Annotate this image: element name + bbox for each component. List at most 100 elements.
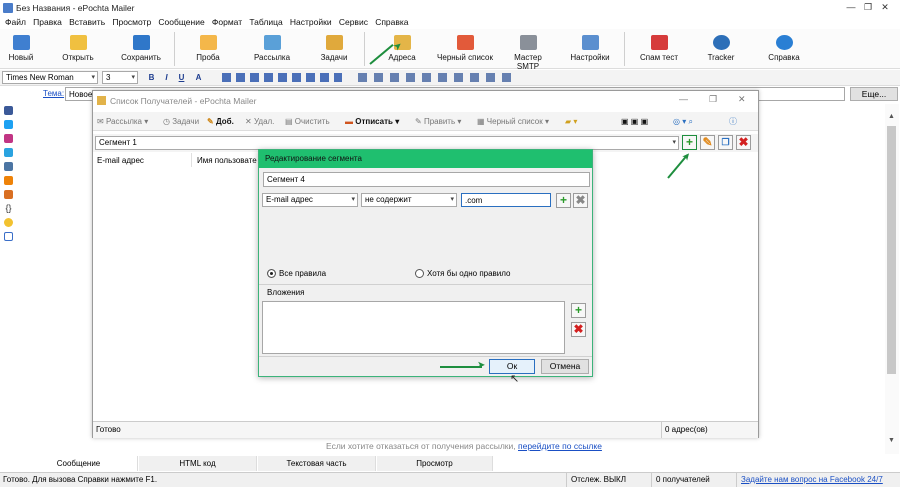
- recipients-edit-button[interactable]: ✎ Править ▾: [415, 114, 461, 129]
- tab-text-part[interactable]: Текстовая часть: [258, 456, 376, 471]
- google-icon[interactable]: [4, 232, 13, 241]
- help-button[interactable]: Справка: [764, 29, 804, 69]
- editor-scrollbar[interactable]: ▲ ▼: [885, 104, 899, 454]
- recipients-blacklist-button[interactable]: ▦ Черный список ▾: [477, 114, 549, 129]
- recipients-minimize-button[interactable]: —: [679, 94, 688, 104]
- scroll-down-icon[interactable]: ▼: [888, 437, 895, 444]
- telegram-icon[interactable]: [4, 148, 13, 157]
- spam-test-button[interactable]: Спам тест: [636, 29, 682, 69]
- envelope-icon: [263, 35, 281, 50]
- underline-button[interactable]: U: [176, 72, 187, 83]
- open-button[interactable]: Открыть: [56, 29, 100, 69]
- delete-x-icon: ✖: [738, 135, 749, 149]
- scroll-up-icon[interactable]: ▲: [888, 113, 895, 120]
- recipients-save-button[interactable]: ▣ ▣ ▣: [621, 114, 648, 129]
- menu-table[interactable]: Таблица: [249, 16, 282, 29]
- radio-all-rules[interactable]: [267, 269, 276, 278]
- recipients-tasks-button[interactable]: ◷ Задачи: [163, 114, 199, 129]
- new-button[interactable]: Новый: [4, 29, 38, 69]
- unsubscribe-link[interactable]: перейдите по ссылке: [518, 441, 602, 451]
- facebook-link[interactable]: Задайте нам вопрос на Facebook 24/7: [736, 473, 883, 487]
- smtp-wizard-button[interactable]: Мастер SMTP: [502, 29, 554, 71]
- font-family-select[interactable]: Times New Roman: [2, 71, 98, 84]
- remove-attachment-button[interactable]: ✖: [571, 322, 586, 337]
- segment-select[interactable]: Сегмент 1: [95, 136, 679, 150]
- attachments-list[interactable]: [262, 301, 565, 354]
- spam-test-icon: [650, 35, 668, 50]
- blacklist-button[interactable]: Черный список: [434, 29, 496, 69]
- subject-label[interactable]: Тема:: [43, 89, 64, 98]
- subject-more-button[interactable]: Еще...: [850, 87, 898, 101]
- recipients-search-button[interactable]: ◎ ▾ ⌕: [673, 114, 693, 129]
- recipients-send-button[interactable]: ✉ Рассылка ▾: [97, 114, 148, 129]
- column-username[interactable]: Имя пользовате: [197, 156, 257, 165]
- menu-view[interactable]: Просмотр: [112, 16, 151, 29]
- add-segment-button[interactable]: +: [682, 135, 697, 150]
- menu-insert[interactable]: Вставить: [69, 16, 105, 29]
- cancel-button[interactable]: Отмена: [541, 359, 589, 374]
- rule-condition-select[interactable]: не содержит: [361, 193, 457, 207]
- recipients-folder-button[interactable]: ▰ ▾: [565, 114, 577, 129]
- copy-segment-button[interactable]: ❐: [718, 135, 733, 150]
- radio-any-rule[interactable]: [415, 269, 424, 278]
- annotation-arrow-ok: [440, 366, 482, 368]
- add-attachment-button[interactable]: +: [571, 303, 586, 318]
- send-button[interactable]: Рассылка: [248, 29, 296, 69]
- menu-message[interactable]: Сообщение: [158, 16, 204, 29]
- dialog-divider: [259, 284, 592, 285]
- recipients-close-button[interactable]: ✕: [738, 94, 746, 105]
- recipients-unsubscribe-button[interactable]: ▬ Отписать ▾: [345, 114, 399, 129]
- menu-file[interactable]: Файл: [5, 16, 26, 29]
- tasks-clock-icon: ◷: [163, 117, 173, 126]
- close-button[interactable]: ✕: [870, 0, 900, 16]
- edit-segment-button[interactable]: ✎: [700, 135, 715, 150]
- recipients-clear-button[interactable]: ▤ Очистить: [285, 114, 330, 129]
- odnoklassniki-icon[interactable]: [4, 176, 13, 185]
- bold-button[interactable]: B: [146, 72, 157, 83]
- code-braces-icon[interactable]: {}: [4, 204, 13, 213]
- recipients-help-button[interactable]: ⓘ: [729, 114, 737, 129]
- alignment-buttons[interactable]: [222, 73, 342, 82]
- tab-message[interactable]: Сообщение: [20, 456, 138, 471]
- clock-icon: [325, 35, 343, 50]
- add-rule-button[interactable]: +: [556, 193, 571, 208]
- italic-button[interactable]: I: [161, 72, 172, 83]
- menu-format[interactable]: Формат: [212, 16, 242, 29]
- twitter-icon[interactable]: [4, 120, 13, 129]
- recipients-status-text: Готово: [96, 425, 121, 434]
- delete-segment-button[interactable]: ✖: [736, 135, 751, 150]
- recipients-window-title: Список Получателей - ePochta Mailer: [110, 96, 257, 106]
- recipients-add-button[interactable]: ✎ Доб.: [207, 114, 234, 129]
- segment-name-input[interactable]: Сегмент 4: [263, 172, 590, 187]
- settings-button[interactable]: Настройки: [566, 29, 614, 69]
- warning-icon: [456, 35, 474, 50]
- tab-preview[interactable]: Просмотр: [377, 456, 493, 471]
- font-size-select[interactable]: 3: [102, 71, 138, 84]
- globe-icon: [712, 35, 730, 50]
- menu-help[interactable]: Справка: [375, 16, 408, 29]
- test-button[interactable]: Проба: [188, 29, 228, 69]
- tracker-button[interactable]: Tracker: [702, 29, 740, 69]
- column-email[interactable]: E-mail адрес: [97, 156, 144, 165]
- remove-rule-button[interactable]: ✖: [573, 193, 588, 208]
- tab-html-code[interactable]: HTML код: [139, 456, 257, 471]
- vk-icon[interactable]: [4, 162, 13, 171]
- delete-icon: ✕: [245, 117, 254, 126]
- menu-edit[interactable]: Правка: [33, 16, 62, 29]
- mail-icon[interactable]: [4, 190, 13, 199]
- unsubscribe-icon: ▬: [345, 117, 356, 126]
- rule-value-input[interactable]: .com: [461, 193, 551, 207]
- rule-field-select[interactable]: E-mail адрес: [262, 193, 358, 207]
- recipients-maximize-button[interactable]: ❐: [709, 94, 717, 105]
- scroll-thumb[interactable]: [887, 126, 896, 374]
- tasks-button[interactable]: Задачи: [314, 29, 354, 69]
- facebook-icon[interactable]: [4, 106, 13, 115]
- text-color-button[interactable]: A: [193, 72, 204, 83]
- instagram-icon[interactable]: [4, 134, 13, 143]
- menu-settings[interactable]: Настройки: [290, 16, 332, 29]
- save-button[interactable]: Сохранить: [116, 29, 166, 69]
- insert-buttons[interactable]: [358, 73, 518, 82]
- smiley-icon[interactable]: [4, 218, 13, 227]
- recipients-delete-button[interactable]: ✕ Удал.: [245, 114, 274, 129]
- menu-service[interactable]: Сервис: [339, 16, 368, 29]
